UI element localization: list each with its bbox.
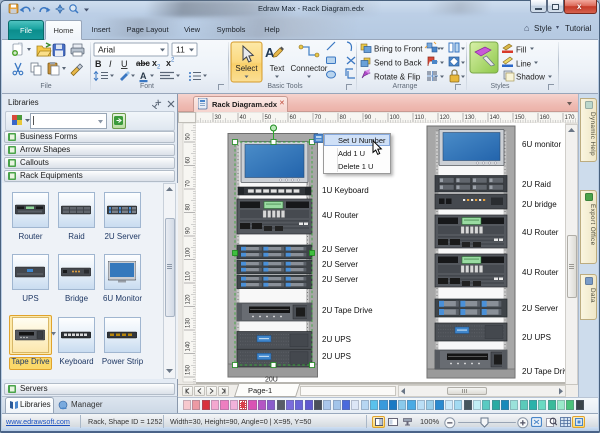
svg-text:130: 130 (186, 317, 192, 328)
svg-text:A: A (265, 45, 275, 60)
svg-text:2U Tape Drive: 2U Tape Drive (322, 306, 373, 315)
svg-text:Arial: Arial (98, 45, 115, 55)
svg-text:A: A (140, 71, 147, 81)
svg-text:2U UPS: 2U UPS (322, 352, 351, 361)
svg-text:U: U (121, 59, 128, 69)
svg-text:150: 150 (186, 364, 192, 375)
svg-text:Bring to Front: Bring to Front (374, 45, 423, 54)
svg-text:60: 60 (186, 156, 192, 163)
svg-text:80: 80 (186, 203, 192, 210)
svg-text:140: 140 (490, 115, 501, 121)
svg-text:Shadow: Shadow (516, 73, 545, 82)
svg-text:I: I (109, 59, 112, 69)
svg-text:170: 170 (565, 115, 576, 121)
svg-text:2U bridge: 2U bridge (522, 200, 557, 209)
svg-text:2U Raid: 2U Raid (522, 180, 551, 189)
svg-text:160: 160 (540, 115, 551, 121)
svg-text:4U Router: 4U Router (522, 228, 559, 237)
svg-text:2: 2 (157, 65, 161, 71)
svg-text:20U: 20U (265, 377, 278, 383)
svg-text:130: 130 (465, 115, 476, 121)
svg-text:Text: Text (270, 64, 285, 73)
svg-text:Send to Back: Send to Back (374, 59, 423, 68)
svg-text:100: 100 (186, 247, 192, 258)
svg-text:50: 50 (186, 133, 192, 140)
svg-text:Rotate & Flip: Rotate & Flip (374, 73, 421, 82)
svg-text:4U Router: 4U Router (322, 211, 359, 220)
svg-text:90: 90 (186, 227, 192, 234)
svg-text:2U Server: 2U Server (522, 304, 558, 313)
svg-text:Select: Select (235, 64, 258, 73)
svg-text:70: 70 (186, 180, 192, 187)
svg-text:120: 120 (440, 115, 451, 121)
svg-text:6U monitor: 6U monitor (522, 140, 561, 149)
svg-text:Connector: Connector (291, 64, 328, 73)
svg-text:2U Server: 2U Server (322, 245, 358, 254)
svg-text:2U Server: 2U Server (322, 260, 358, 269)
svg-text:150: 150 (515, 115, 526, 121)
svg-text:120: 120 (186, 294, 192, 305)
svg-text:abc: abc (136, 59, 150, 68)
svg-text:2: 2 (171, 58, 175, 64)
svg-text:2U Server: 2U Server (322, 275, 358, 284)
svg-text:100: 100 (390, 115, 401, 121)
svg-text:4U Router: 4U Router (522, 268, 559, 277)
svg-text:2U UPS: 2U UPS (522, 333, 551, 342)
svg-text:110: 110 (186, 271, 192, 281)
svg-text:B: B (95, 59, 102, 69)
svg-text:11: 11 (176, 45, 185, 55)
svg-text:1U Keyboard: 1U Keyboard (322, 186, 369, 195)
svg-text:2U Tape Drive: 2U Tape Drive (522, 367, 565, 376)
svg-text:Fill: Fill (516, 46, 526, 55)
svg-text:140: 140 (186, 341, 192, 352)
svg-text:Line: Line (516, 60, 532, 69)
svg-text:2U UPS: 2U UPS (322, 335, 351, 344)
